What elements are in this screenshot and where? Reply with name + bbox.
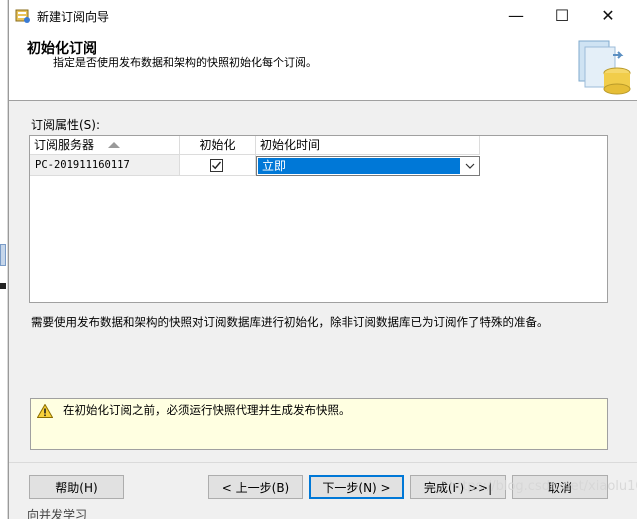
next-button[interactable]: 下一步(N) > <box>309 475 404 499</box>
warning-panel: 在初始化订阅之前，必须运行快照代理并生成发布快照。 <box>30 398 608 450</box>
column-header-subscriber[interactable]: 订阅服务器 <box>30 136 180 155</box>
background-window-strip <box>0 0 8 519</box>
page-subtitle: 指定是否使用发布数据和架构的快照初始化每个订阅。 <box>53 56 317 69</box>
column-header-initialize[interactable]: 初始化 <box>180 136 256 155</box>
table-row[interactable]: PC-201911160117 立即 <box>30 155 480 176</box>
chevron-down-icon[interactable] <box>461 157 479 175</box>
warning-icon <box>37 404 53 418</box>
title-bar[interactable]: 新建订阅向导 — ☐ ✕ <box>9 0 637 31</box>
database-wizard-icon <box>578 40 631 95</box>
window-title: 新建订阅向导 <box>37 10 110 24</box>
watermark-text: https://blog.csdn.net/xiaolu101 <box>449 479 637 494</box>
background-fragment-text: 向并发学习 <box>27 508 88 519</box>
close-button[interactable]: ✕ <box>585 0 631 31</box>
wizard-app-icon <box>15 9 30 23</box>
column-header-subscriber-label: 订阅服务器 <box>34 138 95 152</box>
column-header-init-time[interactable]: 初始化时间 <box>256 136 480 155</box>
subscriber-server-cell: PC-201911160117 <box>30 155 180 176</box>
back-button[interactable]: < 上一步(B) <box>208 475 303 499</box>
wizard-header: 初始化订阅 指定是否使用发布数据和架构的快照初始化每个订阅。 <box>9 31 637 101</box>
subscription-properties-label: 订阅属性(S): <box>31 118 101 132</box>
subscription-properties-grid: 订阅服务器 初始化 初始化时间 PC-201911160117 立即 <box>29 135 608 303</box>
background-dark-mark <box>0 283 6 289</box>
help-button[interactable]: 帮助(H) <box>29 475 124 499</box>
init-time-selected-value: 立即 <box>258 158 460 174</box>
sort-ascending-icon <box>108 142 120 148</box>
checkmark-icon <box>212 161 222 170</box>
initialization-description: 需要使用发布数据和架构的快照对订阅数据库进行初始化，除非订阅数据库已为订阅作了特… <box>31 315 549 329</box>
new-subscription-wizard-dialog: 新建订阅向导 — ☐ ✕ 初始化订阅 指定是否使用发布数据和架构的快照初始化每个… <box>8 0 637 519</box>
init-time-cell: 立即 <box>256 155 480 176</box>
maximize-button[interactable]: ☐ <box>539 0 585 31</box>
initialize-checkbox[interactable] <box>210 159 223 172</box>
background-selection-mark <box>0 244 6 266</box>
minimize-button[interactable]: — <box>493 0 539 31</box>
initialize-cell <box>180 155 256 176</box>
warning-text: 在初始化订阅之前，必须运行快照代理并生成发布快照。 <box>63 403 351 417</box>
init-time-dropdown[interactable]: 立即 <box>256 156 480 176</box>
